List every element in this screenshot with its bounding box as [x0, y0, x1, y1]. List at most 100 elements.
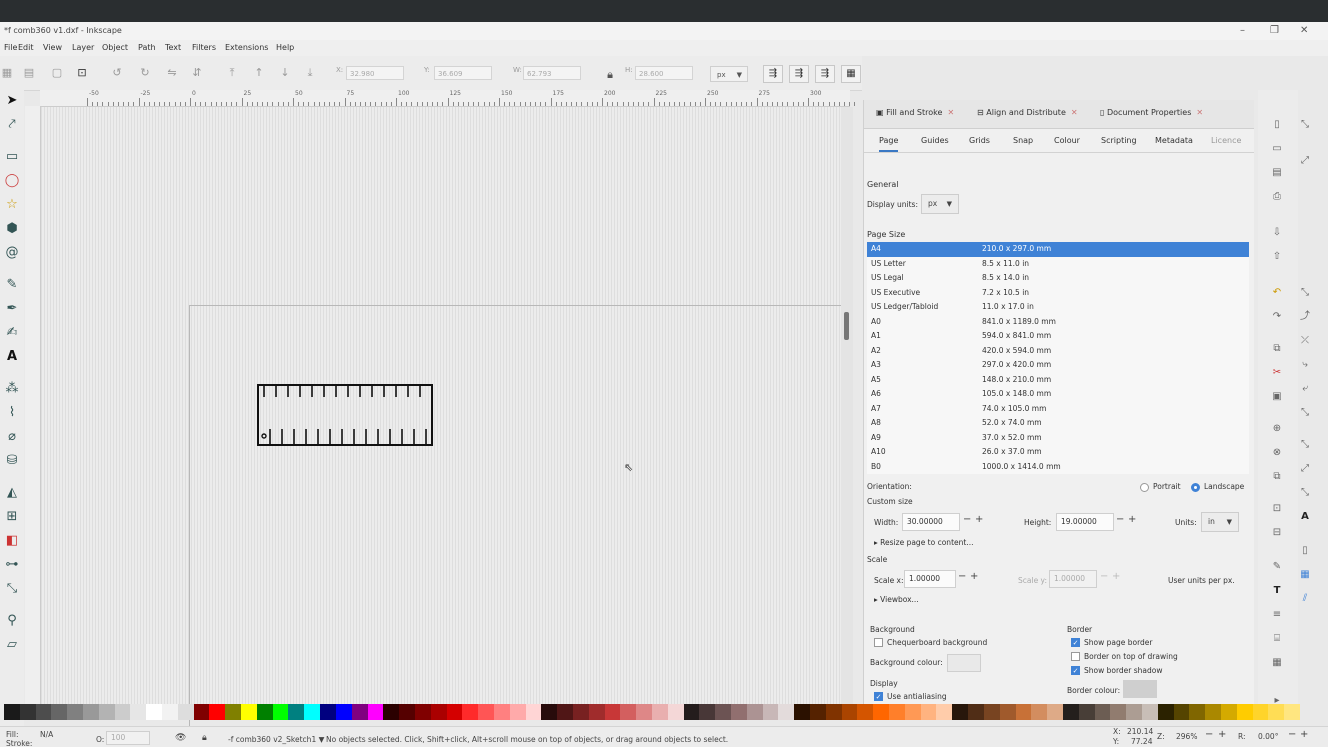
colour-swatch[interactable]: [1236, 704, 1254, 720]
colour-swatch[interactable]: [83, 704, 100, 720]
comb-drawing[interactable]: [256, 383, 436, 453]
colour-swatch[interactable]: [920, 704, 937, 720]
colour-swatch[interactable]: [667, 704, 685, 720]
colour-swatch[interactable]: [904, 704, 922, 720]
colour-swatch[interactable]: [557, 704, 574, 720]
height-increment-button[interactable]: +: [1128, 514, 1136, 525]
colour-swatch[interactable]: [620, 704, 637, 720]
redo-icon[interactable]: ↷: [1270, 310, 1284, 324]
group-icon[interactable]: ⊡: [1270, 502, 1284, 516]
colour-swatch[interactable]: [414, 704, 432, 720]
colour-swatch[interactable]: [304, 704, 321, 720]
resize-expander[interactable]: ▸ Resize page to content...: [874, 538, 973, 547]
menu-edit[interactable]: Edit: [18, 43, 34, 52]
colour-swatch[interactable]: [857, 704, 874, 720]
menu-layer[interactable]: Layer: [72, 43, 94, 52]
colour-swatch[interactable]: [114, 704, 131, 720]
page-size-row[interactable]: US Ledger/Tabloid 11.0 x 17.0 in: [867, 300, 1249, 315]
text-tool-icon[interactable]: A: [3, 348, 21, 366]
colour-swatch[interactable]: [1268, 704, 1285, 720]
menu-path[interactable]: Path: [138, 43, 156, 52]
scale-y-increment-button[interactable]: +: [1112, 571, 1120, 582]
snap-intersection-icon[interactable]: ⤫: [1298, 334, 1312, 348]
snap-midpoint-icon[interactable]: ⤡: [1298, 406, 1312, 420]
colour-swatch[interactable]: [272, 704, 289, 720]
colour-swatch[interactable]: [67, 704, 84, 720]
colour-swatch[interactable]: [130, 704, 147, 720]
width-increment-button[interactable]: +: [975, 514, 983, 525]
colour-swatch[interactable]: [636, 704, 653, 720]
page-size-row[interactable]: US Letter 8.5 x 11.0 in: [867, 257, 1249, 272]
drawing-canvas[interactable]: ⇖: [41, 107, 850, 726]
colour-swatch[interactable]: [383, 704, 400, 720]
layer-selector[interactable]: -f comb360 v2_Sketch1 ▼: [228, 735, 324, 744]
colour-swatch[interactable]: [367, 704, 384, 720]
colour-swatch[interactable]: [778, 704, 795, 720]
ungroup-icon[interactable]: ⊟: [1270, 526, 1284, 540]
page-size-row[interactable]: US Legal 8.5 x 14.0 in: [867, 271, 1249, 286]
scale-corners-button[interactable]: ⇶: [789, 65, 809, 83]
colour-swatch[interactable]: [177, 704, 195, 720]
rotate-decrement-button[interactable]: −: [1288, 729, 1296, 740]
page-size-row[interactable]: A5 148.0 x 210.0 mm: [867, 373, 1249, 388]
colour-swatch[interactable]: [493, 704, 511, 720]
page-size-row[interactable]: A6 105.0 x 148.0 mm: [867, 387, 1249, 402]
colour-swatch[interactable]: [288, 704, 305, 720]
colour-swatch[interactable]: [746, 704, 764, 720]
colour-swatch[interactable]: [35, 704, 52, 720]
y-field[interactable]: 36.609: [434, 66, 492, 80]
page-size-row[interactable]: A0 841.0 x 1189.0 mm: [867, 315, 1249, 330]
raise-top-icon[interactable]: ⤒: [225, 66, 239, 80]
page-size-row[interactable]: A1 594.0 x 841.0 mm: [867, 329, 1249, 344]
page-size-row[interactable]: B0 1000.0 x 1414.0 mm: [867, 460, 1249, 475]
menu-text[interactable]: Text: [165, 43, 181, 52]
colour-swatch[interactable]: [1252, 704, 1269, 720]
subtab-page[interactable]: Page: [879, 136, 899, 152]
zoom-value[interactable]: 296%: [1176, 732, 1197, 741]
portrait-radio[interactable]: [1140, 483, 1149, 492]
show-shadow-checkbox[interactable]: ✓: [1071, 666, 1080, 675]
ruler-tool-icon[interactable]: ▱: [3, 636, 21, 654]
3d-box-tool-icon[interactable]: ⬢: [3, 220, 21, 238]
colour-swatch[interactable]: [683, 704, 700, 720]
maximize-button[interactable]: ❐: [1270, 25, 1279, 36]
colour-swatch[interactable]: [1110, 704, 1127, 720]
scale-y-field[interactable]: 1.00000: [1049, 570, 1097, 588]
close-tab-icon[interactable]: ✕: [1071, 108, 1078, 117]
scale-x-field[interactable]: 1.00000: [904, 570, 956, 588]
spiral-tool-icon[interactable]: @: [3, 244, 21, 262]
vertical-scrollbar[interactable]: [841, 107, 853, 710]
vertical-scroll-thumb[interactable]: [844, 312, 849, 340]
colour-swatch[interactable]: [841, 704, 858, 720]
colour-swatch[interactable]: [1220, 704, 1238, 720]
scale-stroke-button[interactable]: ⇶: [763, 65, 783, 83]
snap-nodes-icon[interactable]: ⤡: [1298, 286, 1312, 300]
colour-swatch[interactable]: [399, 704, 416, 720]
height-decrement-button[interactable]: −: [1116, 514, 1124, 525]
colour-swatch[interactable]: [98, 704, 116, 720]
export-icon[interactable]: ⇧: [1270, 250, 1284, 264]
colour-swatch[interactable]: [478, 704, 495, 720]
pen-tool-icon[interactable]: ✒: [3, 300, 21, 318]
snap-grid-icon[interactable]: ▦: [1298, 568, 1312, 582]
colour-swatch[interactable]: [241, 704, 258, 720]
zoom-selection-icon[interactable]: ⊕: [1270, 422, 1284, 436]
subtab-snap[interactable]: Snap: [1013, 136, 1033, 145]
page-size-row[interactable]: A2 420.0 x 594.0 mm: [867, 344, 1249, 359]
x-field[interactable]: 32.980: [346, 66, 404, 80]
colour-swatch[interactable]: [209, 704, 226, 720]
tweak-tool-icon[interactable]: ⌇: [3, 404, 21, 422]
page-size-row[interactable]: A4 210.0 x 297.0 mm: [867, 242, 1249, 257]
snap-guide-icon[interactable]: ⫽: [1298, 592, 1312, 606]
close-tab-icon[interactable]: ✕: [1196, 108, 1203, 117]
colour-swatch[interactable]: [1205, 704, 1222, 720]
colour-swatch[interactable]: [1284, 704, 1301, 720]
open-icon[interactable]: ▭: [1270, 142, 1284, 156]
colour-swatch[interactable]: [256, 704, 274, 720]
connector-tool-icon[interactable]: ⊶: [3, 556, 21, 574]
gradient-tool-icon[interactable]: ◭: [3, 484, 21, 502]
colour-swatch[interactable]: [446, 704, 463, 720]
colour-swatch[interactable]: [4, 704, 21, 720]
paste-icon[interactable]: ▣: [1270, 390, 1284, 404]
menu-file[interactable]: File: [4, 43, 17, 52]
